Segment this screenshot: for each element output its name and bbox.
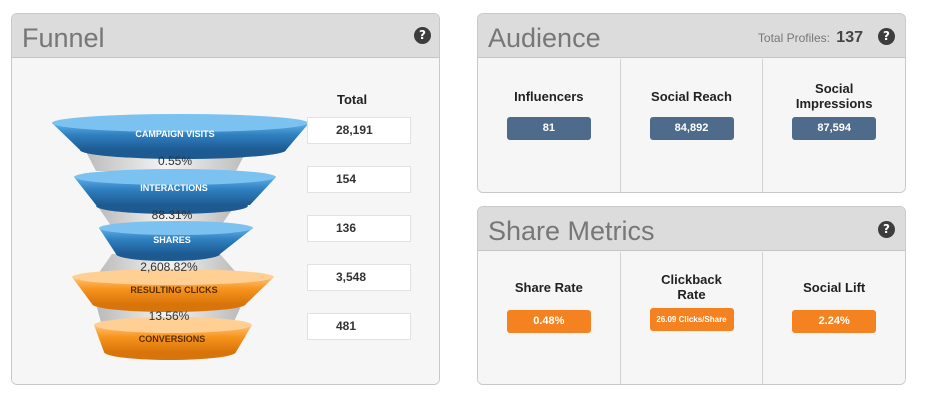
funnel-rate: 88.31% xyxy=(152,208,193,222)
audience-header: Audience Total Profiles: 137 ? xyxy=(478,14,905,58)
funnel-title: Funnel xyxy=(22,23,105,53)
metric-value-badge: 0.48% xyxy=(506,310,591,333)
funnel-stage-label: CAMPAIGN VISITS xyxy=(135,129,214,139)
metric-share-rate: Share Rate 0.48% xyxy=(478,252,621,384)
funnel-rate: 2,608.82% xyxy=(140,260,198,274)
audience-metrics: Influencers 81 Social Reach 84,892 Socia… xyxy=(478,59,905,192)
total-profiles: Total Profiles: 137 xyxy=(758,29,863,47)
funnel-rate: 13.56% xyxy=(149,309,190,323)
audience-panel: Audience Total Profiles: 137 ? Influence… xyxy=(477,13,906,193)
metric-label: Social Reach xyxy=(651,89,732,104)
funnel-stage-label: INTERACTIONS xyxy=(140,183,208,193)
metric-social-reach: Social Reach 84,892 xyxy=(620,59,764,192)
help-icon[interactable]: ? xyxy=(878,28,895,45)
total-value-resulting-clicks: 3,548 xyxy=(307,264,411,291)
funnel-stage-label: RESULTING CLICKS xyxy=(130,285,217,295)
metric-label: Share Rate xyxy=(514,280,583,295)
total-column-header: Total xyxy=(337,92,368,107)
funnel-graphic: CAMPAIGN VISITS INTERACTIONS SHARES RESU… xyxy=(52,114,309,360)
metric-value-badge: 87,594 xyxy=(792,117,877,140)
metric-label: Clickback Rate xyxy=(661,272,722,302)
metric-social-impressions: Social Impressions 87,594 xyxy=(763,59,905,192)
funnel-body: CAMPAIGN VISITS INTERACTIONS SHARES RESU… xyxy=(12,59,439,384)
metric-influencers: Influencers 81 xyxy=(478,59,621,192)
metric-value-badge: 81 xyxy=(506,117,591,140)
metric-value-badge: 84,892 xyxy=(649,117,734,140)
metric-label: Social Impressions xyxy=(795,81,873,111)
metric-value-badge: 2.24% xyxy=(792,310,877,333)
total-value-shares: 136 xyxy=(307,215,411,242)
share-metrics-row: Share Rate 0.48% Clickback Rate 26.09 Cl… xyxy=(478,252,905,384)
total-value-interactions: 154 xyxy=(307,166,411,193)
share-metrics-panel: Share Metrics ? Share Rate 0.48% Clickba… xyxy=(477,206,906,385)
audience-title: Audience xyxy=(488,23,601,53)
metric-social-lift: Social Lift 2.24% xyxy=(763,252,905,384)
metric-clickback-rate: Clickback Rate 26.09 Clicks/Share xyxy=(620,252,764,384)
funnel-panel: Funnel ? CAMPAIGN VISITS INTERACTIONS SH… xyxy=(11,13,440,385)
metric-label: Social Lift xyxy=(803,280,866,295)
metric-value-badge: 26.09 Clicks/Share xyxy=(649,308,734,331)
funnel-stage-label: SHARES xyxy=(153,235,191,245)
total-value-campaign-visits: 28,191 xyxy=(307,117,411,144)
funnel-header: Funnel ? xyxy=(12,14,439,58)
share-metrics-header: Share Metrics ? xyxy=(478,207,905,251)
help-icon[interactable]: ? xyxy=(414,27,431,44)
total-profiles-value: 137 xyxy=(836,29,863,46)
metric-label: Influencers xyxy=(514,89,584,104)
share-metrics-title: Share Metrics xyxy=(488,216,655,246)
funnel-stage-label: CONVERSIONS xyxy=(139,334,206,344)
help-icon[interactable]: ? xyxy=(878,221,895,238)
funnel-rate: 0.55% xyxy=(158,154,192,168)
total-profiles-label: Total Profiles: xyxy=(757,31,830,45)
total-value-conversions: 481 xyxy=(307,313,411,340)
